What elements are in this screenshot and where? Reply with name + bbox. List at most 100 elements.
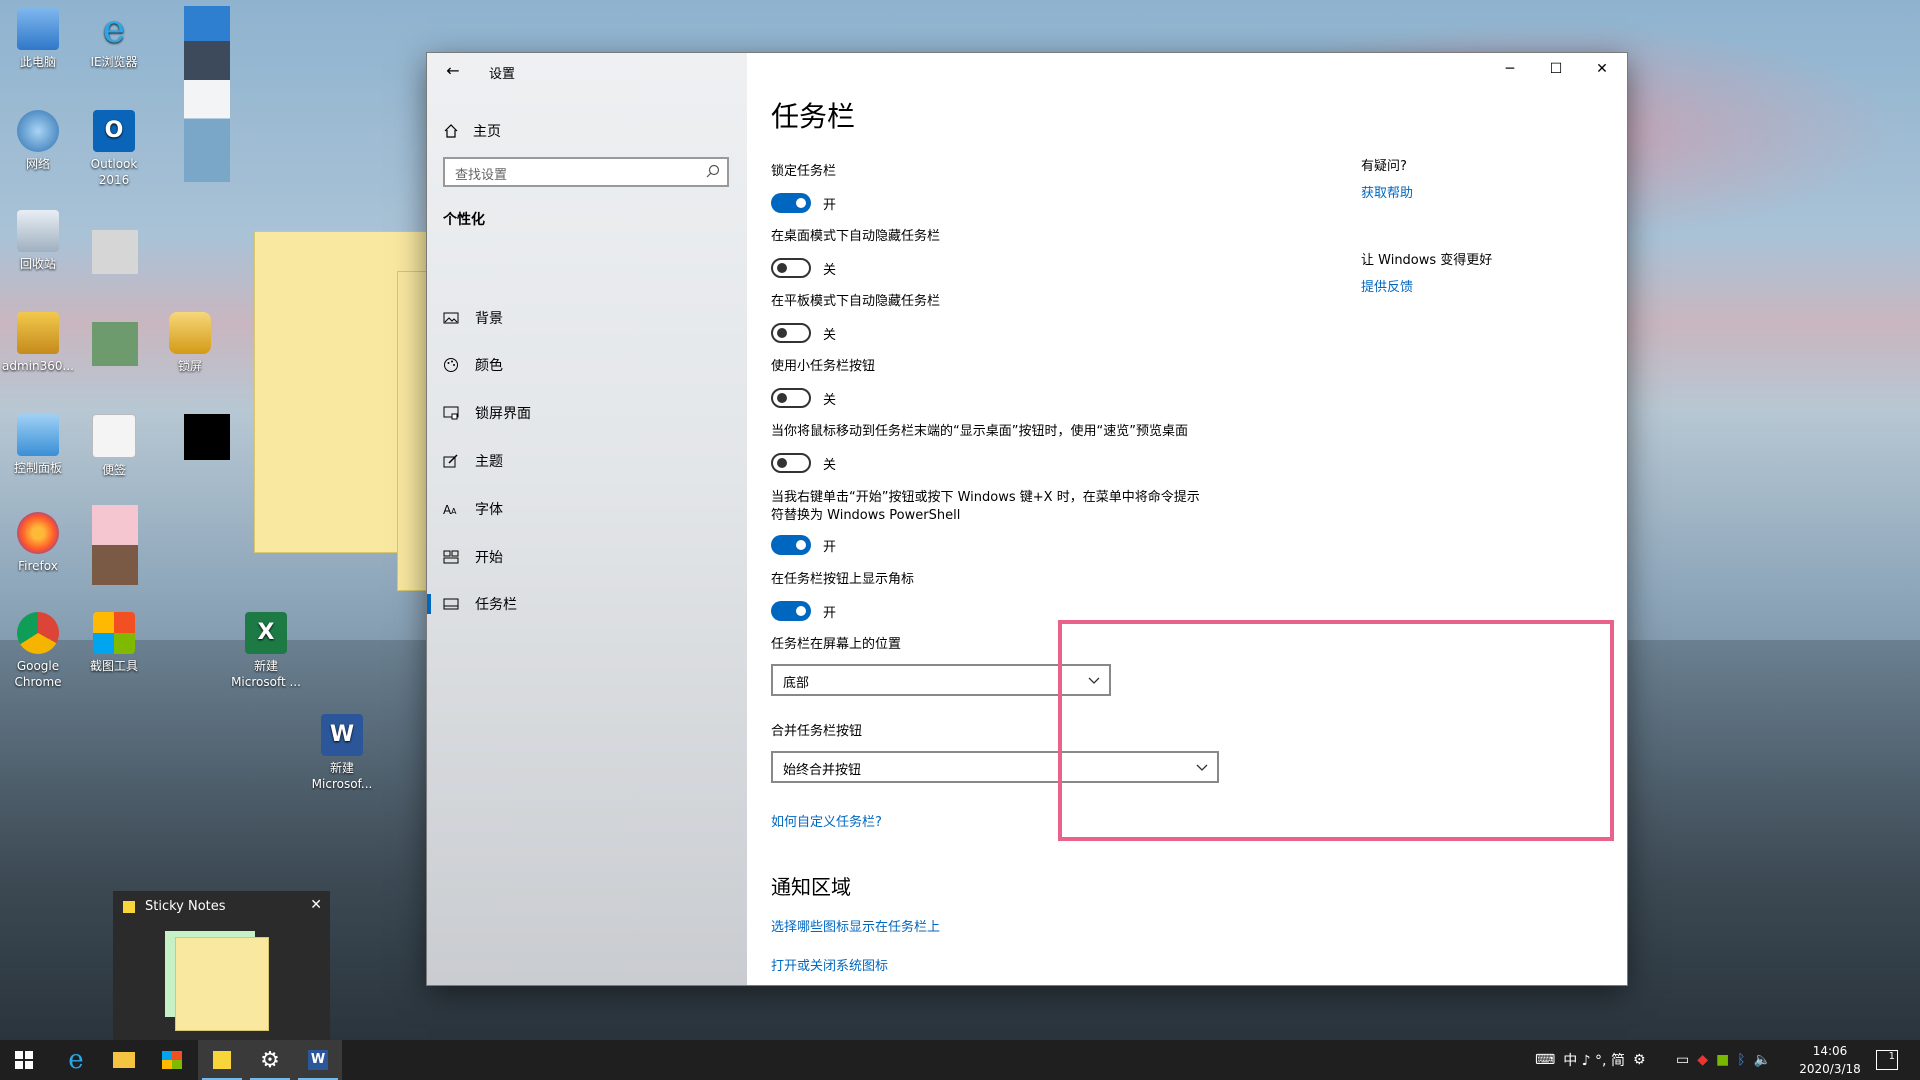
- search-input[interactable]: 查找设置: [443, 157, 729, 187]
- setting-label: 使用小任务栏按钮: [771, 359, 876, 374]
- nvidia-icon: ■: [1716, 1052, 1730, 1068]
- desktop-icon-outlook[interactable]: O Outlook 2016: [76, 110, 152, 188]
- nav-item-taskbar[interactable]: 任务栏: [427, 584, 747, 624]
- desktop-icon-this-pc[interactable]: 此电脑: [0, 8, 76, 70]
- setting-label: 在平板模式下自动隐藏任务栏: [771, 294, 941, 309]
- toggle-autohide-desktop[interactable]: [771, 258, 811, 278]
- toggle-state: 关: [823, 328, 837, 343]
- theme-icon: [443, 454, 458, 468]
- taskbar-word[interactable]: W: [294, 1040, 342, 1080]
- note-thumb: [175, 937, 269, 1031]
- font-icon: AA: [443, 503, 457, 517]
- desktop-icon-chrome[interactable]: Google Chrome: [0, 612, 76, 690]
- desktop-icon-snipping-tool[interactable]: 截图工具: [76, 612, 152, 674]
- desktop-icon-word[interactable]: W 新建 Microsof...: [302, 714, 382, 792]
- blurred-icon: [92, 322, 138, 366]
- word-icon: W: [308, 1050, 328, 1070]
- setting-label: 在任务栏按钮上显示角标: [771, 572, 915, 587]
- sticky-notes-icon: [213, 1051, 231, 1069]
- blurred-icon: [92, 230, 138, 274]
- toggle-state: 关: [823, 393, 837, 408]
- system-icons-link[interactable]: 打开或关闭系统图标: [771, 955, 888, 974]
- taskbar: e ⚙ W ⌨ 中 ♪ °, 简 ⚙ ▭ ◆ ■ ᛒ 🔈 14:06 2020/…: [0, 1040, 1920, 1080]
- outlook-icon: O: [93, 110, 135, 152]
- taskbar-store[interactable]: [148, 1040, 196, 1080]
- nav-group-title: 个性化: [443, 212, 485, 228]
- input-method-tray[interactable]: ⌨ 中 ♪ °, 简 ⚙: [1535, 1040, 1646, 1080]
- computer-icon: [17, 8, 59, 50]
- position-label: 任务栏在屏幕上的位置: [771, 637, 902, 652]
- preview-close-button[interactable]: ✕: [310, 897, 322, 913]
- settings-nav: ← 设置 主页 查找设置 个性化 背景 颜色 锁屏界面 主题 AA 字体 开始 …: [427, 53, 747, 985]
- nav-item-lockscreen[interactable]: 锁屏界面: [427, 393, 747, 433]
- toggle-small-buttons[interactable]: [771, 388, 811, 408]
- clock-date: 2020/3/18: [1799, 1062, 1861, 1076]
- feedback-link[interactable]: 提供反馈: [1361, 276, 1413, 295]
- toggle-state: 关: [823, 263, 837, 278]
- minimize-button[interactable]: ─: [1487, 53, 1533, 85]
- nav-item-start[interactable]: 开始: [427, 537, 747, 577]
- desktop-icon-firefox[interactable]: Firefox: [0, 512, 76, 574]
- action-center-button[interactable]: 1: [1876, 1050, 1898, 1070]
- setting-label: 锁定任务栏: [771, 164, 837, 179]
- security-icon: ◆: [1697, 1052, 1709, 1068]
- toggle-state: 开: [823, 198, 837, 213]
- toggle-powershell[interactable]: [771, 535, 811, 555]
- desktop-icon-recycle-bin[interactable]: 回收站: [0, 210, 76, 272]
- desktop-icon-excel[interactable]: X 新建 Microsoft ...: [226, 612, 306, 690]
- taskbar-explorer[interactable]: [100, 1040, 148, 1080]
- desktop-icon-admin[interactable]: admin360...: [0, 312, 76, 374]
- toggle-lock-taskbar[interactable]: [771, 193, 811, 213]
- bluetooth-icon: ᛒ: [1737, 1052, 1746, 1068]
- close-button[interactable]: ✕: [1579, 53, 1625, 85]
- system-tray[interactable]: ▭ ◆ ■ ᛒ 🔈: [1676, 1040, 1771, 1080]
- settings-window: ← 设置 主页 查找设置 个性化 背景 颜色 锁屏界面 主题 AA 字体 开始 …: [427, 53, 1627, 985]
- combine-label: 合并任务栏按钮: [771, 724, 863, 739]
- chrome-icon: [17, 612, 59, 654]
- home-icon: [444, 124, 458, 138]
- setting-label: 当你将鼠标移动到任务栏末端的“显示桌面”按钮时，使用“速览”预览桌面: [771, 424, 1188, 439]
- nav-home[interactable]: 主页: [443, 119, 501, 143]
- taskbar-ie[interactable]: e: [52, 1040, 100, 1080]
- get-help-link[interactable]: 获取帮助: [1361, 182, 1413, 201]
- nav-home-label: 主页: [473, 124, 501, 140]
- sticky-notes-preview[interactable]: Sticky Notes ✕: [113, 891, 330, 1041]
- help-title: 有疑问?: [1361, 159, 1407, 174]
- back-button[interactable]: ←: [441, 59, 465, 83]
- nav-item-colors[interactable]: 颜色: [427, 345, 747, 385]
- taskbar-sticky-notes[interactable]: [198, 1040, 246, 1080]
- setting-label: 当我右键单击“开始”按钮或按下 Windows 键+X 时，在菜单中将命令提示符…: [771, 490, 1200, 523]
- desktop-icon-ie[interactable]: e IE浏览器: [76, 8, 152, 70]
- lock-icon: [169, 312, 211, 354]
- taskbar-icon: [443, 598, 459, 610]
- black-icon: [184, 414, 230, 460]
- notification-count: 1: [1888, 1051, 1895, 1062]
- lockscreen-icon: [443, 406, 459, 420]
- select-icons-link[interactable]: 选择哪些图标显示在任务栏上: [771, 916, 940, 935]
- network-icon: [17, 110, 59, 152]
- nav-item-label: 任务栏: [475, 597, 517, 613]
- desktop-icon-notes[interactable]: 便签: [76, 414, 152, 478]
- desktop-icon-lock[interactable]: 锁屏: [152, 312, 228, 374]
- desktop-icon-network[interactable]: 网络: [0, 110, 76, 172]
- taskbar-settings[interactable]: ⚙: [246, 1040, 294, 1080]
- search-icon: [706, 164, 720, 178]
- toggle-autohide-tablet[interactable]: [771, 323, 811, 343]
- svg-text:A: A: [451, 507, 457, 516]
- nav-item-themes[interactable]: 主题: [427, 441, 747, 481]
- nav-item-label: 颜色: [475, 358, 503, 374]
- toggle-badges[interactable]: [771, 601, 811, 621]
- maximize-button[interactable]: ☐: [1533, 53, 1579, 85]
- nav-item-label: 开始: [475, 550, 503, 566]
- clock[interactable]: 14:06 2020/3/18: [1790, 1042, 1870, 1078]
- start-button[interactable]: [0, 1040, 48, 1080]
- desktop-icon-control-panel[interactable]: 控制面板: [0, 414, 76, 476]
- preview-title: Sticky Notes: [145, 899, 226, 914]
- customize-taskbar-link[interactable]: 如何自定义任务栏?: [771, 811, 882, 830]
- keyboard-icon: ⌨: [1535, 1052, 1556, 1068]
- nav-item-background[interactable]: 背景: [427, 298, 747, 338]
- nav-item-fonts[interactable]: AA 字体: [427, 489, 747, 529]
- start-icon: [443, 550, 459, 564]
- toggle-state: 开: [823, 606, 837, 621]
- toggle-peek[interactable]: [771, 453, 811, 473]
